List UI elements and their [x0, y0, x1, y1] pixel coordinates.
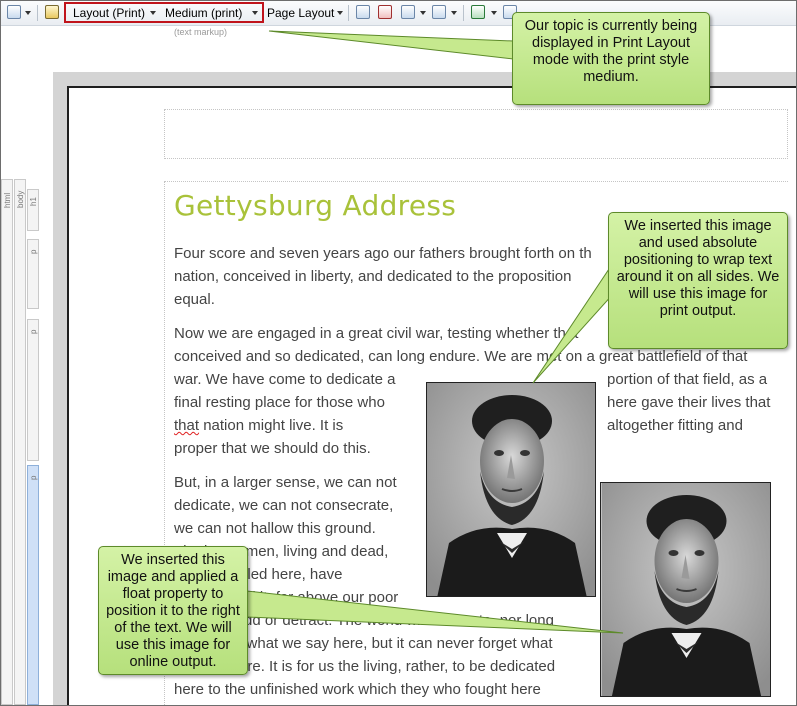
structure-label: h1: [29, 197, 38, 206]
structure-bar-h1[interactable]: h1: [27, 189, 39, 231]
text-line[interactable]: Four score and seven years ago our fathe…: [174, 245, 592, 262]
callout-absolute-image: We inserted this image and used absolute…: [608, 212, 788, 349]
callout-pointer-top: [268, 30, 514, 60]
text-line[interactable]: we can not hallow this ground.: [174, 520, 376, 537]
structure-label: body: [16, 190, 25, 208]
structure-bar-p[interactable]: p: [27, 319, 39, 461]
toolbar-separator: [463, 5, 464, 21]
structure-label: p: [29, 249, 38, 254]
editor-window: Layout (Print) Medium (print) Page Layou…: [0, 0, 797, 706]
text-line[interactable]: But, in a larger sense, we can not: [174, 474, 397, 491]
structure-label: html: [3, 192, 12, 208]
chevron-down-icon[interactable]: [420, 11, 426, 15]
chevron-down-icon[interactable]: [337, 11, 343, 15]
table-icon[interactable]: [401, 5, 415, 19]
chevron-down-icon[interactable]: [25, 11, 31, 15]
page-shadow-left: [53, 72, 67, 705]
toolbar-separator: [348, 5, 349, 21]
callout-float-image: We inserted this image and applied a flo…: [98, 546, 248, 675]
text-markup-label: (text markup): [174, 27, 228, 37]
text-line[interactable]: nation, conceived in liberty, and dedica…: [174, 268, 572, 285]
highlight-box: [64, 2, 264, 23]
text-line[interactable]: proper that we should do this.: [174, 440, 371, 457]
spell-check-icon[interactable]: [471, 5, 485, 19]
page-edge: [67, 86, 69, 705]
portrait-image-graphic: [601, 483, 770, 696]
insert-image-icon[interactable]: [356, 5, 370, 19]
portrait-image-absolute[interactable]: [426, 382, 596, 597]
text-line[interactable]: portion of that field, as a: [607, 371, 767, 388]
structure-label: p: [29, 329, 38, 334]
text-line[interactable]: altogether fitting and: [607, 417, 743, 434]
text-line[interactable]: equal.: [174, 291, 215, 308]
chevron-down-icon[interactable]: [451, 11, 457, 15]
page-layout-dropdown[interactable]: Page Layout: [267, 6, 334, 20]
variable-icon[interactable]: [432, 5, 446, 19]
portrait-image-graphic: [427, 383, 595, 596]
text-line[interactable]: that nation might live. It is: [174, 417, 343, 434]
text-line[interactable]: here gave their lives that: [607, 394, 770, 411]
toolbar-separator: [37, 5, 38, 21]
text-line[interactable]: dedicate, we can not consecrate,: [174, 497, 393, 514]
text-span: nation might live. It is: [199, 417, 344, 434]
structure-bar-body[interactable]: body: [14, 179, 26, 705]
view-mode-icon[interactable]: [7, 5, 21, 19]
misspelled-word[interactable]: that: [174, 417, 199, 434]
structure-bar-html[interactable]: html: [1, 179, 13, 705]
page-header-area[interactable]: [164, 109, 788, 159]
callout-print-layout: Our topic is currently being displayed i…: [512, 12, 710, 105]
link-icon[interactable]: [378, 5, 392, 19]
text-line[interactable]: final resting place for those who: [174, 394, 385, 411]
text-line[interactable]: Now we are engaged in a great civil war,…: [174, 325, 578, 342]
structure-bar-p[interactable]: p: [27, 239, 39, 309]
portrait-image-float[interactable]: [600, 482, 771, 697]
text-line[interactable]: here to the unfinished work which they w…: [174, 681, 541, 698]
document-title[interactable]: Gettysburg Address: [174, 189, 456, 222]
text-line[interactable]: conceived and so dedicated, can long end…: [174, 348, 747, 365]
structure-bar-p-selected[interactable]: p: [27, 465, 39, 705]
chevron-down-icon[interactable]: [491, 11, 497, 15]
text-line[interactable]: war. We have come to dedicate a: [174, 371, 396, 388]
format-brush-icon[interactable]: [45, 5, 59, 19]
structure-label: p: [29, 475, 38, 480]
